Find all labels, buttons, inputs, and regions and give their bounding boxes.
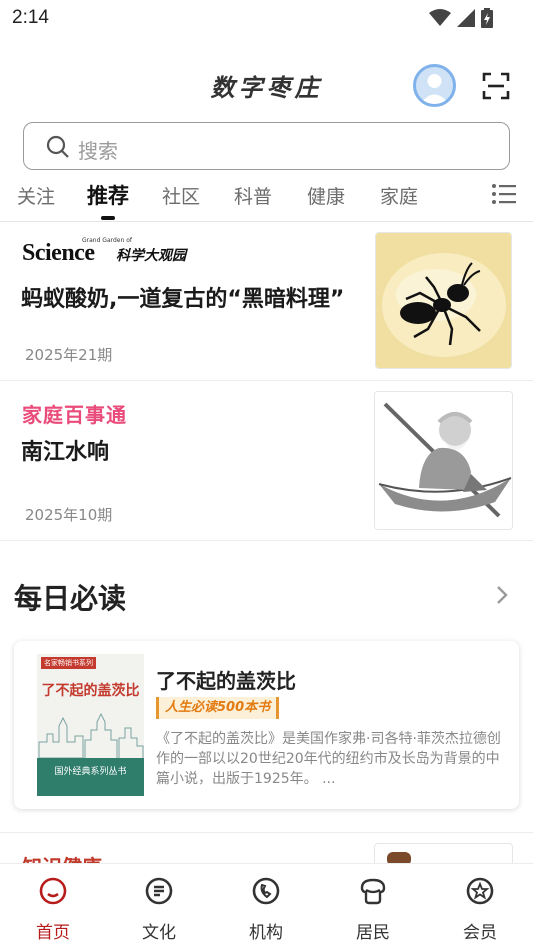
old-man-boat-image xyxy=(375,392,512,529)
status-time: 2:14 xyxy=(12,7,49,28)
nav-home[interactable]: 首页 xyxy=(0,864,106,948)
source-logo-tagline: 科学大观园 xyxy=(116,248,186,264)
status-bar: 2:14 xyxy=(0,0,533,36)
book-cover-top: 名家畅销书系列 xyxy=(41,657,96,669)
ant-yogurt-image xyxy=(376,233,511,368)
category-tabs: 关注 推荐 社区 科普 健康 家庭 xyxy=(0,176,533,222)
nav-label: 文化 xyxy=(142,923,176,943)
tab-science[interactable]: 科普 xyxy=(234,182,272,209)
phone-icon xyxy=(252,877,280,905)
article-thumbnail xyxy=(375,232,512,369)
book-card[interactable]: 名家畅销书系列 了不起的盖茨比 国外经典系列丛书 了不起的盖茨比 人生必读500… xyxy=(14,641,519,809)
status-icons xyxy=(429,8,493,28)
article-title: 南江水响 xyxy=(21,440,110,465)
article-thumbnail xyxy=(374,391,513,530)
signal-icon xyxy=(457,9,475,27)
book-cover: 名家畅销书系列 了不起的盖茨比 国外经典系列丛书 xyxy=(37,654,144,796)
search-input[interactable]: 搜索 xyxy=(23,122,510,170)
article-title: 蚂蚁酸奶,一道复古的“黑暗料理” xyxy=(21,287,345,312)
article-card[interactable]: Grand Garden of Science 科学大观园 蚂蚁酸奶,一道复古的… xyxy=(0,222,533,381)
avatar[interactable] xyxy=(413,64,456,107)
nav-label: 居民 xyxy=(356,923,390,943)
article-issue: 2025年10期 xyxy=(25,506,113,524)
search-icon xyxy=(46,135,69,158)
section-title: 每日必读 xyxy=(14,582,127,615)
book-cover-title: 了不起的盖茨比 xyxy=(41,683,140,699)
tab-indicator xyxy=(101,216,115,220)
nav-member[interactable]: 会员 xyxy=(427,864,533,948)
source-logo-health: 知识健康 xyxy=(22,851,102,863)
chevron-right-icon[interactable] xyxy=(494,583,510,607)
nav-label: 机构 xyxy=(249,923,283,943)
daily-read-section: 每日必读 名家畅销书系列 了不起的盖茨比 国外经典系列丛书 了不起的盖茨比 人生… xyxy=(0,541,533,833)
home-icon xyxy=(39,877,67,905)
scan-icon[interactable] xyxy=(482,72,510,100)
book-description: 《了不起的盖茨比》是美国作家弗·司各特·菲茨杰拉德创作的一部以以20世纪20年代… xyxy=(156,731,501,787)
battery-icon xyxy=(481,8,493,28)
wifi-icon xyxy=(429,9,451,26)
culture-icon xyxy=(145,877,173,905)
article-thumbnail xyxy=(374,843,513,863)
portrait-image xyxy=(387,852,411,863)
nav-label: 会员 xyxy=(463,923,497,943)
article-issue: 2025年21期 xyxy=(25,346,113,364)
book-cover-series: 国外经典系列丛书 xyxy=(54,767,127,777)
tab-follow[interactable]: 关注 xyxy=(17,182,55,209)
book-tag: 人生必读500本书 xyxy=(156,697,280,719)
search-placeholder: 搜索 xyxy=(78,139,118,163)
nav-culture[interactable]: 文化 xyxy=(106,864,212,948)
residents-icon xyxy=(360,878,386,905)
list-menu-icon[interactable] xyxy=(490,182,518,206)
article-card-partial[interactable]: 知识健康 xyxy=(0,833,533,863)
source-logo-science: Grand Garden of Science 科学大观园 xyxy=(22,237,212,266)
tab-family[interactable]: 家庭 xyxy=(380,182,418,209)
tab-community[interactable]: 社区 xyxy=(162,182,200,209)
nav-label: 首页 xyxy=(36,923,70,943)
nav-residents[interactable]: 居民 xyxy=(320,864,426,948)
source-logo-name: Science xyxy=(22,240,95,266)
app-header: 数字枣庄 xyxy=(0,56,533,116)
book-title: 了不起的盖茨比 xyxy=(156,669,296,693)
nav-institution[interactable]: 机构 xyxy=(213,864,319,948)
article-card[interactable]: 家庭百事通 南江水响 2025年10期 xyxy=(0,381,533,541)
tab-health[interactable]: 健康 xyxy=(307,182,345,209)
source-logo-family: 家庭百事通 xyxy=(22,403,127,427)
user-avatar-icon xyxy=(420,74,449,104)
city-skyline-image xyxy=(38,712,144,758)
member-icon xyxy=(466,877,494,905)
tab-recommend[interactable]: 推荐 xyxy=(87,180,129,210)
bottom-nav: 首页 文化 机构 居民 会员 xyxy=(0,863,533,948)
